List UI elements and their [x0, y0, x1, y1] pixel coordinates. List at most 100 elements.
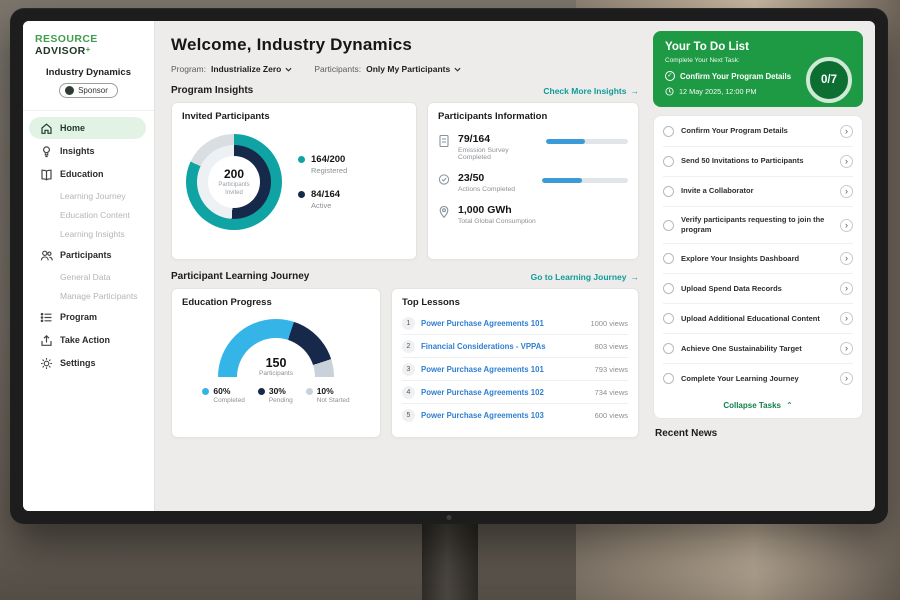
legend-value: 60%: [213, 386, 244, 396]
sidebar-item-education-content[interactable]: Education Content: [23, 205, 154, 224]
app-logo[interactable]: RESOURCE ADVISOR+: [23, 31, 154, 65]
task-checkbox[interactable]: [663, 220, 674, 231]
todo-due-label: 12 May 2025, 12:00 PM: [679, 87, 756, 96]
sidebar-subitem-label: General Data: [60, 272, 111, 282]
lesson-row[interactable]: 5 Power Purchase Agreements 103 600 view…: [402, 404, 628, 427]
chevron-right-icon[interactable]: ›: [840, 125, 853, 138]
lesson-row[interactable]: 4 Power Purchase Agreements 102 734 view…: [402, 381, 628, 404]
chevron-right-icon[interactable]: ›: [840, 282, 853, 295]
sidebar: RESOURCE ADVISOR+ Industry Dynamics Spon…: [23, 21, 155, 511]
arrow-right-icon: →: [631, 272, 640, 282]
sidebar-item-learning-journey[interactable]: Learning Journey: [23, 186, 154, 205]
info-row-actions: 23/50 Actions Completed: [438, 172, 628, 193]
lesson-row[interactable]: 1 Power Purchase Agreements 101 1000 vie…: [402, 312, 628, 335]
logo-plus: +: [86, 45, 91, 54]
arrow-right-icon: →: [631, 86, 640, 96]
monitor: RESOURCE ADVISOR+ Industry Dynamics Spon…: [10, 8, 888, 524]
actions-progress-bar: [542, 178, 628, 183]
participants-select[interactable]: Only My Participants: [366, 64, 461, 74]
task-checkbox[interactable]: [663, 253, 674, 264]
go-to-learning-journey-link[interactable]: Go to Learning Journey →: [531, 272, 639, 282]
chevron-right-icon[interactable]: ›: [840, 219, 853, 232]
chevron-right-icon[interactable]: ›: [840, 252, 853, 265]
sidebar-item-label: Program: [60, 312, 97, 322]
task-row[interactable]: Confirm Your Program Details ›: [663, 117, 853, 147]
lesson-link[interactable]: Power Purchase Agreements 103: [421, 411, 589, 420]
check-more-insights-link[interactable]: Check More Insights →: [543, 86, 639, 96]
participants-information-card: Participants Information 79/164 Emission…: [427, 102, 639, 260]
task-checkbox[interactable]: [663, 156, 674, 167]
todo-progress-value: 0/7: [821, 74, 837, 86]
chevron-right-icon[interactable]: ›: [840, 155, 853, 168]
sidebar-item-label: Insights: [60, 146, 95, 156]
todo-next-task[interactable]: ✓ Confirm Your Program Details: [665, 71, 805, 81]
sidebar-item-participants[interactable]: Participants: [29, 244, 146, 266]
program-select[interactable]: Industrialize Zero: [211, 64, 292, 74]
gauge-center-value: 150: [218, 356, 334, 370]
task-label: Achieve One Sustainability Target: [681, 344, 833, 354]
task-checkbox[interactable]: [663, 373, 674, 384]
gear-icon: [39, 357, 53, 370]
chevron-right-icon[interactable]: ›: [840, 185, 853, 198]
donut-center-value: 200: [224, 167, 244, 181]
chevron-right-icon[interactable]: ›: [840, 372, 853, 385]
task-checkbox[interactable]: [663, 313, 674, 324]
program-select-value: Industrialize Zero: [211, 64, 281, 74]
task-row[interactable]: Verify participants requesting to join t…: [663, 207, 853, 244]
logo-text-secondary: ADVISOR: [35, 45, 86, 57]
home-icon: [39, 122, 53, 135]
task-checkbox[interactable]: [663, 343, 674, 354]
task-row[interactable]: Upload Spend Data Records ›: [663, 274, 853, 304]
sidebar-item-settings[interactable]: Settings: [29, 352, 146, 374]
info-value: 23/50: [458, 172, 515, 184]
legend-pending: 30% Pending: [258, 386, 293, 404]
sidebar-item-general-data[interactable]: General Data: [23, 267, 154, 286]
sidebar-item-program[interactable]: Program: [29, 306, 146, 328]
chevron-down-icon: [285, 67, 292, 72]
sidebar-item-home[interactable]: Home: [29, 117, 146, 139]
info-label: Total Global Consumption: [458, 218, 536, 225]
sidebar-subitem-label: Manage Participants: [60, 291, 138, 301]
sidebar-item-insights[interactable]: Insights: [29, 140, 146, 162]
info-value: 79/164: [458, 133, 539, 145]
clock-icon: [665, 87, 674, 96]
lesson-link[interactable]: Power Purchase Agreements 101: [421, 319, 584, 328]
lightbulb-icon: [39, 145, 53, 158]
legend-completed: 60% Completed: [202, 386, 244, 404]
lesson-row[interactable]: 3 Power Purchase Agreements 101 793 view…: [402, 358, 628, 381]
task-row[interactable]: Complete Your Learning Journey ›: [663, 364, 853, 393]
lesson-row[interactable]: 2 Financial Considerations - VPPAs 803 v…: [402, 335, 628, 358]
collapse-tasks-button[interactable]: Collapse Tasks ⌃: [663, 393, 853, 417]
task-row[interactable]: Send 50 Invitations to Participants ›: [663, 147, 853, 177]
sidebar-item-learning-insights[interactable]: Learning Insights: [23, 224, 154, 243]
task-row[interactable]: Achieve One Sustainability Target ›: [663, 334, 853, 364]
education-gauge-chart: 150 Participants: [218, 319, 334, 377]
task-row[interactable]: Upload Additional Educational Content ›: [663, 304, 853, 334]
card-title: Participants Information: [438, 111, 628, 122]
task-checkbox[interactable]: [663, 186, 674, 197]
sidebar-item-take-action[interactable]: Take Action: [29, 329, 146, 351]
participants-select-value: Only My Participants: [366, 64, 450, 74]
task-row[interactable]: Explore Your Insights Dashboard ›: [663, 244, 853, 274]
todo-tasks-card: Confirm Your Program Details › Send 50 I…: [653, 115, 863, 419]
lesson-link[interactable]: Financial Considerations - VPPAs: [421, 342, 589, 351]
lesson-link[interactable]: Power Purchase Agreements 102: [421, 388, 589, 397]
sidebar-item-education[interactable]: Education: [29, 163, 146, 185]
task-label: Verify participants requesting to join t…: [681, 215, 833, 235]
sponsor-badge[interactable]: Sponsor: [59, 83, 118, 98]
task-checkbox[interactable]: [663, 126, 674, 137]
task-label: Send 50 Invitations to Participants: [681, 156, 833, 166]
legend-label: Pending: [269, 397, 293, 404]
task-checkbox[interactable]: [663, 283, 674, 294]
chevron-right-icon[interactable]: ›: [840, 312, 853, 325]
legend-label: Completed: [213, 397, 244, 404]
info-label: Emission Survey Completed: [458, 147, 539, 161]
collapse-label: Collapse Tasks: [723, 401, 781, 410]
action-upload-icon: [39, 334, 53, 347]
chevron-right-icon[interactable]: ›: [840, 342, 853, 355]
lesson-link[interactable]: Power Purchase Agreements 101: [421, 365, 589, 374]
task-row[interactable]: Invite a Collaborator ›: [663, 177, 853, 207]
sponsor-badge-label: Sponsor: [78, 86, 108, 95]
sidebar-item-manage-participants[interactable]: Manage Participants: [23, 286, 154, 305]
legend-value: 30%: [269, 386, 293, 396]
